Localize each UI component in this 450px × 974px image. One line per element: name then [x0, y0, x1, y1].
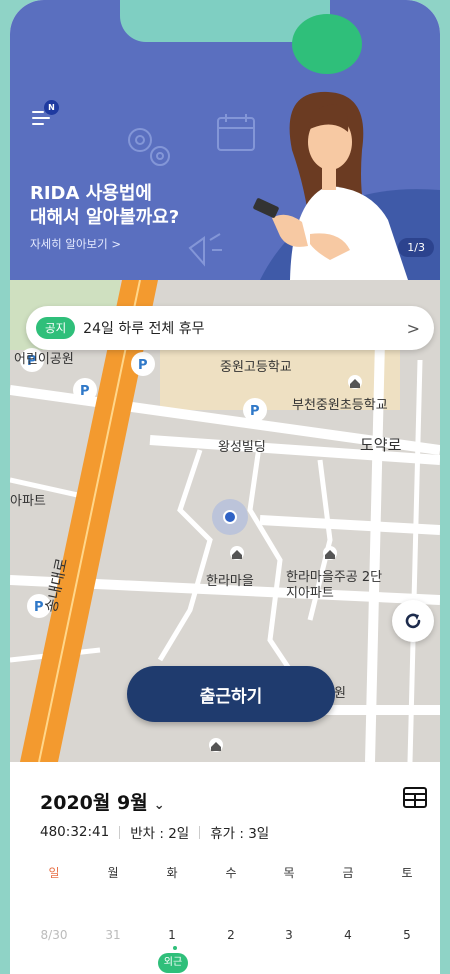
weekday-fri: 금: [342, 866, 354, 880]
svg-text:P: P: [80, 384, 90, 399]
decorative-blob: [292, 14, 362, 74]
map-label: 중원고등학교: [220, 360, 292, 375]
notification-badge: N: [44, 100, 59, 115]
calendar-day[interactable]: 4: [328, 928, 368, 942]
weekday-thu: 목: [283, 866, 295, 880]
calendar-day[interactable]: 5: [387, 928, 427, 942]
divider: [119, 825, 121, 839]
map-label: 한라마을주공 2단지아파트: [286, 570, 383, 601]
weekday-sat: 토: [401, 866, 413, 880]
map-label: 도약로: [360, 436, 402, 454]
phone-screen: N RIDA 사용법에 대해서 알아볼까요? 자세히 알아보기 > 1/3 P …: [10, 0, 440, 974]
weekday-wed: 수: [225, 866, 237, 880]
work-stats: 480:32:41 반차 : 2일 휴가 : 3일: [40, 822, 269, 842]
map-label: 부천중원초등학교: [292, 398, 388, 413]
map-label: 어린이공원: [14, 352, 74, 367]
chevron-down-icon: ⌄: [153, 798, 165, 813]
calendar-day[interactable]: 31: [93, 928, 133, 942]
learn-more-link[interactable]: 자세히 알아보기 >: [30, 236, 121, 252]
calendar-icon[interactable]: [402, 784, 428, 814]
banner-title: RIDA 사용법에 대해서 알아볼까요?: [30, 183, 180, 228]
map-label: 한라마을: [206, 574, 254, 589]
chevron-right-icon: >: [406, 318, 420, 338]
weekday-mon: 월: [107, 866, 119, 880]
half-day-count: 반차 : 2일: [130, 826, 190, 842]
month-label: 2020월 9월: [40, 792, 148, 814]
refresh-icon: [405, 613, 421, 629]
map-label: 왕성빌딩: [218, 440, 266, 455]
svg-text:P: P: [250, 404, 260, 419]
calendar-day[interactable]: 1: [152, 928, 192, 942]
notice-tag: 공지: [36, 317, 76, 339]
check-in-button[interactable]: 출근하기: [127, 666, 335, 722]
weekday-tue: 화: [166, 866, 178, 880]
month-selector[interactable]: 2020월 9월 ⌄: [40, 788, 165, 815]
work-time: 480:32:41: [40, 824, 110, 840]
svg-text:P: P: [138, 358, 148, 373]
vacation-count: 휴가 : 3일: [210, 826, 270, 842]
map-label: 아파트: [10, 494, 46, 509]
promo-banner[interactable]: N RIDA 사용법에 대해서 알아볼까요? 자세히 알아보기 > 1/3: [10, 0, 440, 280]
refresh-button[interactable]: [392, 600, 434, 642]
day-event-dot: [173, 946, 177, 950]
calendar-day[interactable]: 2: [211, 928, 251, 942]
notice-text: 24일 하루 전체 휴무: [83, 321, 205, 337]
weekday-sun: 일: [48, 866, 60, 880]
divider: [199, 825, 201, 839]
notice-bar[interactable]: 공지 24일 하루 전체 휴무 >: [26, 306, 434, 350]
outside-work-badge: 외근: [158, 953, 188, 973]
calendar-day[interactable]: 8/30: [34, 928, 74, 942]
map-label: 원: [334, 686, 346, 701]
calendar-day[interactable]: 3: [269, 928, 309, 942]
banner-page-indicator: 1/3: [398, 238, 434, 257]
